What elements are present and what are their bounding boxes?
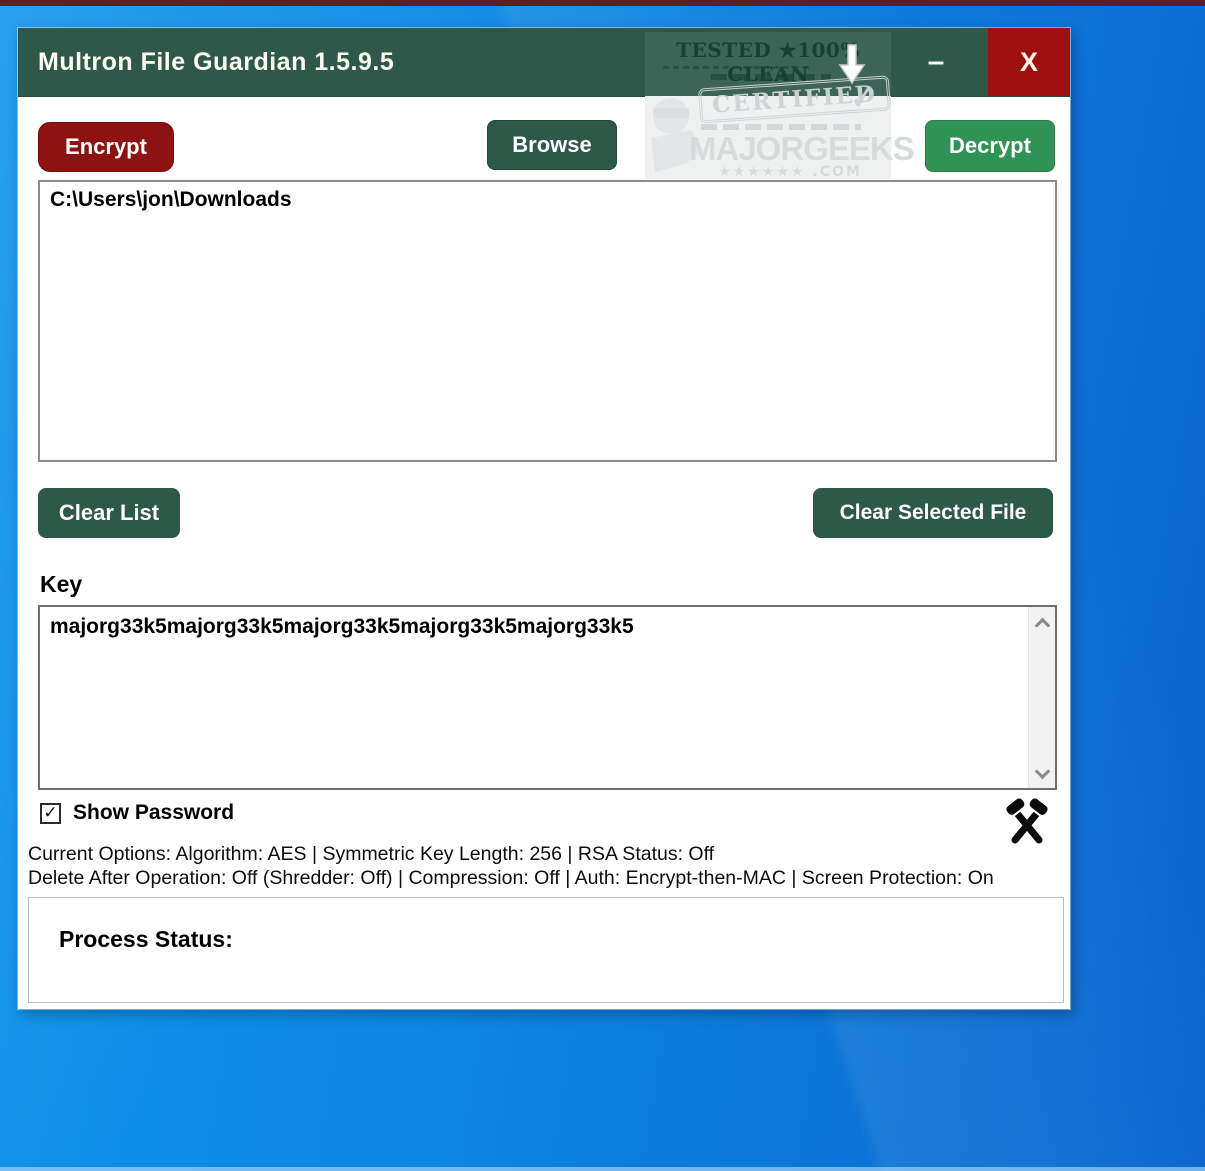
key-scrollbar[interactable]: [1028, 607, 1055, 788]
show-password-checkbox[interactable]: ✓: [40, 803, 61, 824]
watermark-dashes: [701, 124, 861, 130]
window-title: Multron File Guardian 1.5.9.5: [38, 28, 394, 96]
file-list[interactable]: C:\Users\jon\Downloads: [38, 180, 1057, 462]
encrypt-button[interactable]: Encrypt: [38, 122, 174, 172]
watermark-stars: ★★★★★★: [718, 164, 805, 180]
titlebar[interactable]: Multron File Guardian 1.5.9.5 – X: [18, 28, 1070, 97]
decrypt-button[interactable]: Decrypt: [925, 120, 1055, 172]
clear-selected-file-button[interactable]: Clear Selected File: [813, 488, 1053, 538]
process-status-label: Process Status:: [59, 926, 233, 953]
check-icon: ✓: [43, 805, 57, 822]
watermark-dotcom: .COM: [812, 164, 861, 180]
top-edge-strip: [0, 0, 1205, 6]
show-password-label: Show Password: [73, 801, 234, 825]
browse-button[interactable]: Browse: [487, 120, 617, 170]
chevron-down-icon[interactable]: [1036, 766, 1048, 778]
file-list-item[interactable]: C:\Users\jon\Downloads: [40, 182, 1055, 218]
close-button[interactable]: X: [988, 28, 1070, 96]
minimize-button[interactable]: –: [898, 28, 974, 96]
clear-list-button[interactable]: Clear List: [38, 488, 180, 538]
key-value: majorg33k5majorg33k5majorg33k5majorg33k5…: [50, 615, 1019, 639]
current-options-line1: Current Options: Algorithm: AES | Symmet…: [28, 843, 714, 866]
current-options-line2: Delete After Operation: Off (Shredder: O…: [28, 867, 994, 890]
app-window: Multron File Guardian 1.5.9.5 – X Encryp…: [18, 28, 1070, 1009]
taskbar-edge: [0, 1167, 1205, 1171]
desktop: { "app": { "title": "Multron File Guardi…: [0, 0, 1205, 1171]
key-input[interactable]: majorg33k5majorg33k5majorg33k5majorg33k5…: [38, 605, 1057, 790]
watermark-stars-dotcom: ★★★★★★ .COM: [689, 164, 891, 180]
watermark-brand-text: MAJORGEEKS: [689, 130, 891, 168]
crossed-hammers-icon: [1002, 796, 1052, 848]
geek-mascot-icon: [645, 94, 707, 178]
show-password-checkbox-row[interactable]: ✓ Show Password: [40, 800, 234, 826]
process-status-panel: Process Status:: [28, 897, 1064, 1003]
key-label: Key: [40, 571, 82, 598]
tools-settings-button[interactable]: [1002, 796, 1052, 848]
chevron-up-icon[interactable]: [1036, 617, 1048, 629]
